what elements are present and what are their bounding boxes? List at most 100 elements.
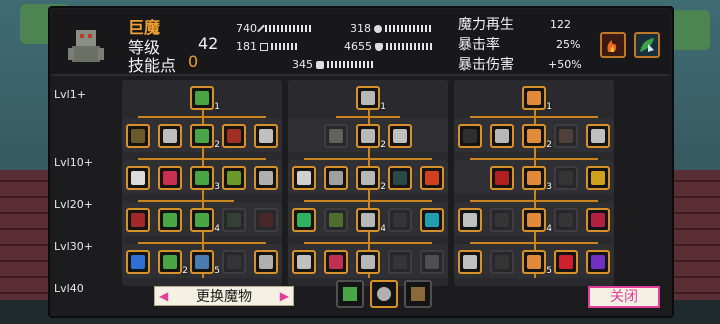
skill-node[interactable] — [420, 208, 444, 232]
skill-node[interactable]: 5 — [522, 250, 552, 276]
skill-node[interactable] — [586, 208, 610, 232]
crit-burst-icon — [527, 255, 541, 269]
skill-node-locked[interactable] — [324, 124, 348, 148]
speed-stat: 345 — [292, 58, 375, 71]
skill-node[interactable]: 2 — [356, 124, 386, 150]
connector — [138, 242, 266, 244]
vortex-icon — [425, 213, 439, 227]
boot-icon — [316, 60, 324, 69]
skill-node[interactable] — [586, 166, 610, 190]
skill-node[interactable] — [126, 250, 150, 274]
skill-node[interactable] — [458, 208, 482, 232]
skill-node-locked[interactable] — [490, 250, 514, 274]
sword-icon — [361, 91, 375, 105]
skill-node[interactable] — [126, 208, 150, 232]
skill-level: 2 — [214, 140, 220, 150]
skill-node-locked[interactable] — [554, 166, 578, 190]
crit-damage-label: 暴击伤害 — [458, 57, 514, 73]
skill-node-crit[interactable]: 1 — [522, 86, 552, 112]
arrow-volley-icon — [195, 213, 209, 227]
health-bar — [386, 43, 434, 50]
skill-node-sword[interactable]: 1 — [356, 86, 386, 112]
skill-node[interactable] — [324, 250, 348, 274]
skill-node[interactable] — [292, 208, 316, 232]
locked-skill-icon — [227, 255, 241, 269]
skill-node[interactable]: 2 — [158, 250, 188, 276]
skill-node[interactable] — [586, 124, 610, 148]
sword-icon — [377, 287, 391, 301]
skill-node[interactable]: 3 — [522, 166, 552, 192]
skill-node-arrow[interactable]: 1 — [190, 86, 220, 112]
skill-node[interactable] — [554, 250, 578, 274]
crit-burst-icon — [527, 213, 541, 227]
skill-node-locked[interactable] — [420, 250, 444, 274]
skill-node[interactable] — [158, 208, 182, 232]
skill-node[interactable] — [458, 124, 482, 148]
skill-points-value: 0 — [188, 52, 199, 71]
locked-skill-icon — [559, 171, 573, 185]
sack-icon — [131, 129, 145, 143]
tree-tab-sword[interactable] — [370, 280, 398, 308]
tree-tab-arrow[interactable] — [336, 280, 364, 308]
skill-node[interactable]: 4 — [190, 208, 220, 234]
skill-node[interactable]: 3 — [190, 166, 220, 192]
skill-node[interactable] — [388, 166, 412, 190]
strawberry-icon — [425, 171, 439, 185]
skill-node[interactable] — [254, 166, 278, 190]
skill-node-locked[interactable] — [554, 124, 578, 148]
skill-node[interactable]: 4 — [356, 208, 386, 234]
attack-stat: 740 — [236, 22, 313, 35]
prev-monster-button[interactable]: ◀ — [159, 289, 168, 303]
skill-node-locked[interactable] — [490, 208, 514, 232]
skill-node-locked[interactable] — [388, 208, 412, 232]
attack-value: 740 — [236, 22, 257, 35]
skill-node[interactable] — [126, 166, 150, 190]
skill-node-locked[interactable] — [554, 208, 578, 232]
frame-icon — [163, 213, 177, 227]
skill-node-locked[interactable] — [222, 250, 246, 274]
skill-node[interactable] — [490, 124, 514, 148]
skill-node[interactable]: 4 — [522, 208, 552, 234]
skill-node[interactable] — [292, 250, 316, 274]
locked-skill-icon — [425, 255, 439, 269]
skill-level: 2 — [380, 140, 386, 150]
skill-node-locked[interactable] — [388, 250, 412, 274]
skill-node[interactable]: 5 — [190, 250, 220, 276]
connector — [138, 158, 266, 160]
skill-node[interactable]: 2 — [190, 124, 220, 150]
arrow-volley-icon — [343, 287, 357, 301]
skill-node[interactable] — [222, 166, 246, 190]
rose-icon — [163, 171, 177, 185]
skill-node[interactable]: 2 — [356, 166, 386, 192]
skill-node[interactable] — [324, 166, 348, 190]
next-monster-button[interactable]: ▶ — [280, 289, 289, 303]
ice-icon — [195, 255, 209, 269]
swap-monster-label[interactable]: 更换魔物 — [196, 286, 252, 306]
skill-node[interactable] — [254, 250, 278, 274]
skill-node[interactable] — [158, 166, 182, 190]
row-label-lvl1: Lvl1+ — [54, 88, 86, 101]
tree-tab-crit[interactable] — [404, 280, 432, 308]
skill-node[interactable] — [490, 166, 514, 190]
skill-node-locked[interactable] — [324, 208, 348, 232]
crit-burst-icon — [527, 91, 541, 105]
skill-node[interactable] — [292, 166, 316, 190]
skill-node[interactable] — [158, 124, 182, 148]
row-label-lvl20: Lvl20+ — [54, 198, 93, 211]
skill-node[interactable]: 2 — [522, 124, 552, 150]
fire-element-icon[interactable] — [600, 32, 626, 58]
skill-level: 2 — [546, 140, 552, 150]
skill-node[interactable] — [356, 250, 380, 274]
close-button[interactable]: 关闭 — [588, 286, 660, 308]
fist-icon — [131, 171, 145, 185]
skill-node[interactable] — [126, 124, 150, 148]
skill-node[interactable] — [420, 166, 444, 190]
skill-node[interactable] — [254, 124, 278, 148]
skill-node-locked[interactable] — [254, 208, 278, 232]
skill-node[interactable] — [586, 250, 610, 274]
skill-node[interactable] — [222, 124, 246, 148]
skill-node[interactable] — [388, 124, 412, 148]
skill-node[interactable] — [458, 250, 482, 274]
skill-node-locked[interactable] — [222, 208, 246, 232]
nature-element-icon[interactable] — [634, 32, 660, 58]
